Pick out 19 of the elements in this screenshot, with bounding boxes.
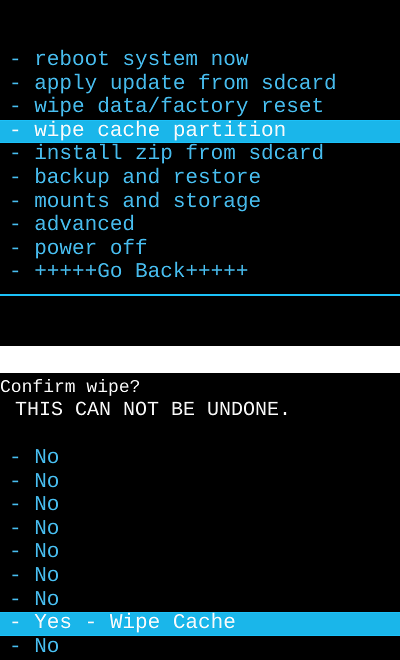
menu-item[interactable]: - No bbox=[0, 564, 400, 589]
menu-item[interactable]: - apply update from sdcard bbox=[0, 72, 400, 96]
menu-item[interactable]: - mounts and storage bbox=[0, 190, 400, 214]
menu-item[interactable]: - No bbox=[0, 470, 400, 494]
menu-item[interactable]: - No bbox=[0, 541, 400, 565]
menu-item[interactable]: - No bbox=[0, 447, 400, 471]
menu-item[interactable]: - wipe data/factory reset bbox=[0, 96, 400, 120]
menu-item[interactable]: - +++++Go Back+++++ bbox=[0, 261, 400, 285]
menu-item[interactable]: - reboot system now bbox=[0, 49, 400, 73]
warning-text: THIS CAN NOT BE UNDONE. bbox=[14, 399, 292, 423]
menu-item[interactable]: - No bbox=[0, 518, 400, 542]
menu-item[interactable]: - No bbox=[0, 494, 400, 518]
menu-item[interactable]: - backup and restore bbox=[0, 166, 400, 191]
menu-item[interactable]: - install zip from sdcard bbox=[0, 143, 400, 167]
menu-item[interactable]: - advanced bbox=[0, 214, 400, 238]
menu-item[interactable]: - No bbox=[0, 588, 400, 612]
menu-item[interactable]: - No bbox=[0, 636, 400, 660]
confirm-title: Confirm wipe? bbox=[0, 377, 142, 399]
menu-item[interactable]: - power off bbox=[0, 238, 400, 262]
